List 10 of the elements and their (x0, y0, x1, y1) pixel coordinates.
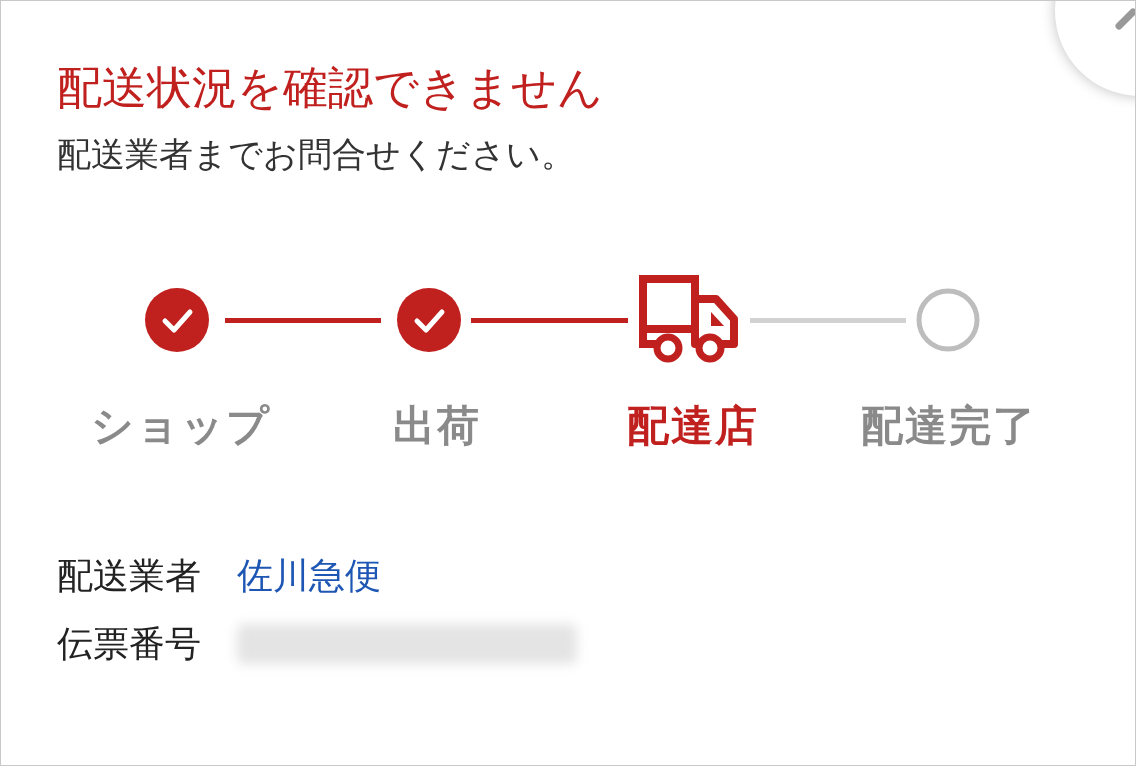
step-label: 配達完了 (861, 400, 1037, 452)
detail-label: 配送業者 (57, 554, 201, 598)
status-title: 配送状況を確認できません (57, 61, 604, 115)
step-label: 出荷 (393, 400, 481, 452)
detail-label: 伝票番号 (57, 622, 201, 666)
carrier-link[interactable]: 佐川急便 (237, 549, 381, 603)
close-icon (1115, 8, 1135, 30)
step-label: 配達店 (627, 400, 759, 452)
status-message: 配送業者までお問合せください。 (57, 133, 576, 176)
step-label: ショップ (91, 400, 271, 452)
